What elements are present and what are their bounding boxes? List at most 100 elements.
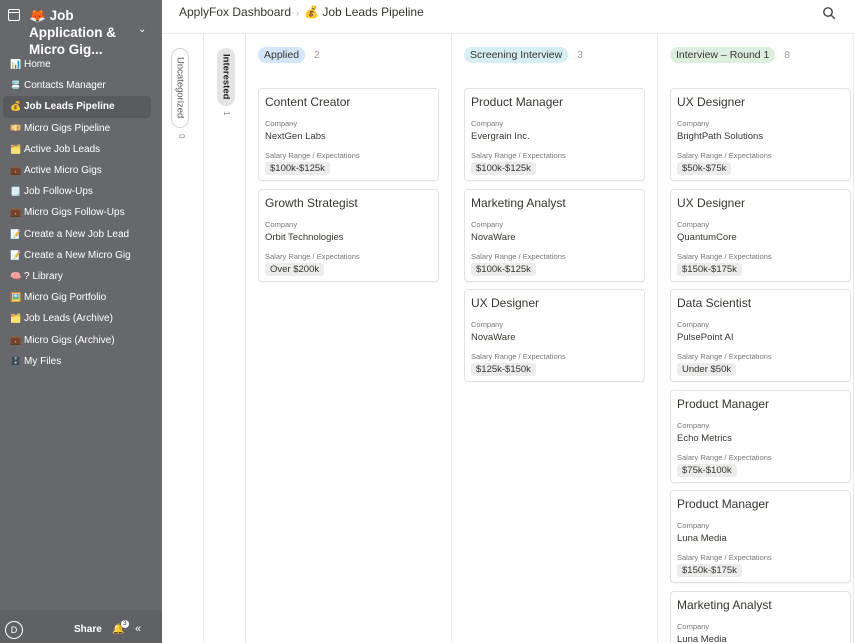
salary-label: Salary Range / Expectations	[471, 252, 566, 261]
card-title: UX Designer	[677, 95, 746, 109]
salary-tag: $100k-$125k	[265, 162, 330, 175]
workspace-title[interactable]: 🦊 Job Application & Micro Gig...	[29, 7, 141, 58]
column-interview-round-1: Interview – Round 1 8 UX Designer Compan…	[658, 34, 854, 643]
card-title: Product Manager	[471, 95, 564, 109]
dividers-icon: 🗂️	[10, 313, 22, 324]
salary-label: Salary Range / Expectations	[677, 151, 772, 160]
column-label: Interested	[217, 48, 235, 106]
sidebar-item-label: Contacts Manager	[24, 80, 106, 92]
column-label: Screening Interview	[464, 47, 569, 63]
memo-icon: 📝	[10, 228, 22, 239]
job-card[interactable]: Marketing Analyst Company Luna Media	[670, 591, 851, 643]
job-card[interactable]: Product Manager Company Luna Media Salar…	[670, 490, 851, 583]
sidebar-item-label: Job Follow-Ups	[24, 186, 93, 198]
company-label: Company	[471, 220, 504, 229]
main-content: ApplyFox Dashboard › 💰 Job Leads Pipeline …	[162, 0, 854, 643]
sidebar-item-library[interactable]: 🧠? Library	[3, 266, 151, 287]
sidebar-item-micro-gigs-archive[interactable]: 💼 Micro Gigs (Archive)	[3, 329, 151, 350]
breadcrumb-root[interactable]: ApplyFox Dashboard	[179, 5, 291, 19]
breadcrumb: ApplyFox Dashboard › 💰 Job Leads Pipeline	[179, 5, 424, 19]
sidebar-item-contacts-manager[interactable]: 📇 Contacts Manager	[3, 75, 151, 96]
job-card[interactable]: Growth Strategist Company Orbit Technolo…	[258, 189, 439, 282]
salary-label: Salary Range / Expectations	[677, 553, 772, 562]
search-icon[interactable]	[822, 6, 836, 20]
job-card[interactable]: Product Manager Company Evergrain Inc. S…	[464, 88, 645, 181]
sidebar-item-label: Home	[24, 59, 51, 71]
avatar[interactable]: D	[5, 621, 23, 639]
company-label: Company	[677, 119, 710, 128]
collapsed-column-uncategorized[interactable]: Uncategorized 0	[162, 34, 204, 643]
briefcase-icon: 💼	[10, 165, 22, 176]
salary-tag: $100k-$125k	[471, 263, 536, 276]
company-value: Luna Media	[677, 634, 727, 643]
column-applied: Applied 2 Content Creator Company NextGe…	[246, 34, 452, 643]
salary-label: Salary Range / Expectations	[677, 252, 772, 261]
column-count: 3	[577, 49, 583, 61]
job-card[interactable]: Content Creator Company NextGen Labs Sal…	[258, 88, 439, 181]
company-label: Company	[677, 421, 710, 430]
breadcrumb-current-icon: 💰	[304, 5, 320, 19]
company-value: BrightPath Solutions	[677, 131, 764, 142]
sidebar-item-label: Job Leads (Archive)	[24, 313, 113, 325]
sidebar-item-micro-gigs-pipeline[interactable]: 💴 Micro Gigs Pipeline	[3, 118, 151, 139]
job-card[interactable]: UX Designer Company QuantumCore Salary R…	[670, 189, 851, 282]
workspace-header[interactable]: 🦊 Job Application & Micro Gig... ⌄	[0, 0, 162, 57]
sidebar-item-micro-gig-portfolio[interactable]: 🖼️ Micro Gig Portfolio	[3, 287, 151, 308]
dividers-icon: 🗂️	[10, 143, 22, 154]
framed-picture-icon: 🖼️	[10, 292, 22, 303]
job-card[interactable]: Data Scientist Company PulsePoint AI Sal…	[670, 289, 851, 382]
sidebar-item-label: Create a New Micro Gig	[24, 249, 131, 261]
column-label: Applied	[258, 47, 306, 63]
salary-tag: $50k-$75k	[677, 162, 732, 175]
job-card[interactable]: Marketing Analyst Company NovaWare Salar…	[464, 189, 645, 282]
brain-icon: 🧠	[10, 270, 22, 281]
sidebar-item-label: Job Leads Pipeline	[24, 101, 115, 113]
collapse-sidebar-icon[interactable]: «	[135, 623, 141, 635]
sidebar-item-my-files[interactable]: 🗄️ My Files	[3, 351, 151, 372]
sidebar-item-create-micro-gig[interactable]: 📝 Create a New Micro Gig	[3, 245, 151, 266]
sidebar-item-home[interactable]: 📊 Home	[3, 54, 151, 75]
chart-icon: 📊	[10, 59, 22, 70]
salary-tag: $100k-$125k	[471, 162, 536, 175]
company-label: Company	[265, 220, 298, 229]
breadcrumb-current[interactable]: Job Leads Pipeline	[322, 5, 423, 19]
card-title: Product Manager	[677, 397, 770, 411]
job-card[interactable]: UX Designer Company BrightPath Solutions…	[670, 88, 851, 181]
sidebar-item-job-leads-archive[interactable]: 🗂️ Job Leads (Archive)	[3, 308, 151, 329]
notification-badge: 3	[121, 620, 129, 628]
fox-icon: 🦊	[29, 8, 46, 23]
sidebar-item-label: Micro Gigs Follow-Ups	[24, 207, 125, 219]
briefcase-icon: 💼	[10, 334, 22, 345]
salary-label: Salary Range / Expectations	[677, 352, 772, 361]
app: 🦊 Job Application & Micro Gig... ⌄ 📊 Home…	[0, 0, 854, 643]
column-header[interactable]: Interview – Round 1 8	[670, 47, 790, 63]
sidebar-item-active-micro-gigs[interactable]: 💼 Active Micro Gigs	[3, 160, 151, 181]
sidebar-item-create-job-lead[interactable]: 📝 Create a New Job Lead	[3, 224, 151, 245]
sidebar-item-micro-gigs-follow-ups[interactable]: 💼 Micro Gigs Follow-Ups	[3, 202, 151, 223]
company-value: Orbit Technologies	[265, 232, 344, 243]
salary-tag: $150k-$175k	[677, 564, 742, 577]
company-label: Company	[265, 119, 298, 128]
sidebar-item-label: Create a New Job Lead	[24, 228, 130, 240]
sidebar-item-active-job-leads[interactable]: 🗂️ Active Job Leads	[3, 139, 151, 160]
company-value: QuantumCore	[677, 232, 737, 243]
card-title: Growth Strategist	[265, 196, 358, 210]
card-title: UX Designer	[677, 196, 746, 210]
salary-tag: $125k-$150k	[471, 363, 536, 376]
sidebar-item-job-leads-pipeline[interactable]: 💰 Job Leads Pipeline	[3, 96, 151, 118]
sidebar-item-job-follow-ups[interactable]: 🗒️ Job Follow-Ups	[3, 181, 151, 202]
chevron-down-icon[interactable]: ⌄	[138, 24, 146, 35]
breadcrumb-separator-icon: ›	[296, 8, 300, 18]
column-header[interactable]: Screening Interview 3	[464, 47, 583, 63]
sidebar-item-label: My Files	[24, 355, 62, 367]
file-cabinet-icon: 🗄️	[10, 355, 22, 366]
job-card[interactable]: Product Manager Company Echo Metrics Sal…	[670, 390, 851, 483]
share-button[interactable]: Share	[74, 624, 102, 635]
company-label: Company	[471, 119, 504, 128]
column-header[interactable]: Applied 2	[258, 47, 320, 63]
salary-label: Salary Range / Expectations	[677, 453, 772, 462]
collapsed-column-interested[interactable]: Interested 1	[204, 34, 246, 643]
column-count: 0	[177, 134, 186, 139]
sidebar-toggle-icon[interactable]	[8, 9, 20, 21]
job-card[interactable]: UX Designer Company NovaWare Salary Rang…	[464, 289, 645, 382]
